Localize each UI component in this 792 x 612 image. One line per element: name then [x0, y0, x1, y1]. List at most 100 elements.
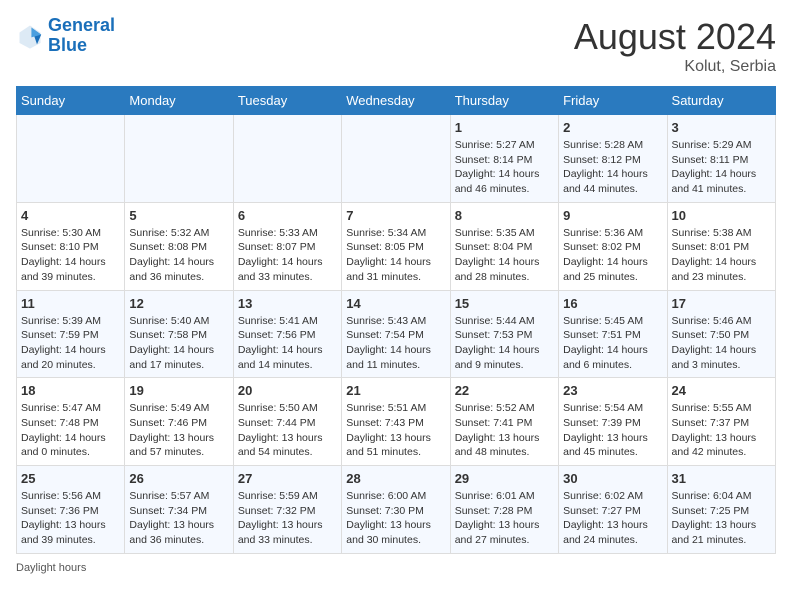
logo-text: General Blue	[48, 16, 115, 56]
day-number: 18	[21, 383, 120, 398]
table-row: 15 Sunrise: 5:44 AM Sunset: 7:53 PM Dayli…	[450, 290, 558, 378]
day-info: Sunrise: 6:04 AM Sunset: 7:25 PM Dayligh…	[672, 489, 771, 548]
day-number: 8	[455, 208, 554, 223]
logo: General Blue	[16, 16, 115, 56]
day-number: 23	[563, 383, 662, 398]
day-number: 5	[129, 208, 228, 223]
calendar-table: Sunday Monday Tuesday Wednesday Thursday…	[16, 86, 776, 554]
day-number: 10	[672, 208, 771, 223]
table-row: 11 Sunrise: 5:39 AM Sunset: 7:59 PM Dayli…	[17, 290, 125, 378]
day-info: Sunrise: 5:36 AM Sunset: 8:02 PM Dayligh…	[563, 226, 662, 285]
daylight-hours-label: Daylight hours	[16, 562, 86, 574]
header-wednesday: Wednesday	[342, 87, 450, 115]
day-info: Sunrise: 5:59 AM Sunset: 7:32 PM Dayligh…	[238, 489, 337, 548]
location-subtitle: Kolut, Serbia	[574, 58, 776, 76]
table-row: 7Sunrise: 5:34 AM Sunset: 8:05 PM Daylig…	[342, 202, 450, 290]
day-number: 2	[563, 120, 662, 135]
table-row: 1 Sunrise: 5:27 AM Sunset: 8:14 PM Daylig…	[450, 115, 558, 203]
day-info: Sunrise: 5:52 AM Sunset: 7:41 PM Dayligh…	[455, 401, 554, 460]
calendar-week-row: 4Sunrise: 5:30 AM Sunset: 8:10 PM Daylig…	[17, 202, 776, 290]
table-row	[233, 115, 341, 203]
table-row: 28Sunrise: 6:00 AM Sunset: 7:30 PM Dayli…	[342, 466, 450, 554]
day-number: 21	[346, 383, 445, 398]
day-info: Sunrise: 5:38 AM Sunset: 8:01 PM Dayligh…	[672, 226, 771, 285]
day-number: 27	[238, 471, 337, 486]
table-row: 3Sunrise: 5:29 AM Sunset: 8:11 PM Daylig…	[667, 115, 775, 203]
day-number: 7	[346, 208, 445, 223]
header-tuesday: Tuesday	[233, 87, 341, 115]
table-row: 10 Sunrise: 5:38 AM Sunset: 8:01 PM Dayli…	[667, 202, 775, 290]
header-friday: Friday	[559, 87, 667, 115]
day-info: Sunrise: 5:55 AM Sunset: 7:37 PM Dayligh…	[672, 401, 771, 460]
table-row	[342, 115, 450, 203]
header-monday: Monday	[125, 87, 233, 115]
day-number: 9	[563, 208, 662, 223]
day-info: Sunrise: 5:47 AM Sunset: 7:48 PM Dayligh…	[21, 401, 120, 460]
day-info: Sunrise: 6:02 AM Sunset: 7:27 PM Dayligh…	[563, 489, 662, 548]
header-saturday: Saturday	[667, 87, 775, 115]
table-row: 5 Sunrise: 5:32 AM Sunset: 8:08 PM Daylig…	[125, 202, 233, 290]
table-row: 27 Sunrise: 5:59 AM Sunset: 7:32 PM Dayli…	[233, 466, 341, 554]
day-info: Sunrise: 5:46 AM Sunset: 7:50 PM Dayligh…	[672, 314, 771, 373]
table-row: 4Sunrise: 5:30 AM Sunset: 8:10 PM Daylig…	[17, 202, 125, 290]
header-thursday: Thursday	[450, 87, 558, 115]
day-info: Sunrise: 5:50 AM Sunset: 7:44 PM Dayligh…	[238, 401, 337, 460]
table-row: 8 Sunrise: 5:35 AM Sunset: 8:04 PM Daylig…	[450, 202, 558, 290]
day-number: 14	[346, 296, 445, 311]
table-row: 12Sunrise: 5:40 AM Sunset: 7:58 PM Dayli…	[125, 290, 233, 378]
day-number: 30	[563, 471, 662, 486]
day-number: 31	[672, 471, 771, 486]
calendar-week-row: 1 Sunrise: 5:27 AM Sunset: 8:14 PM Daylig…	[17, 115, 776, 203]
day-info: Sunrise: 5:35 AM Sunset: 8:04 PM Dayligh…	[455, 226, 554, 285]
table-row: 26Sunrise: 5:57 AM Sunset: 7:34 PM Dayli…	[125, 466, 233, 554]
table-row	[17, 115, 125, 203]
day-info: Sunrise: 5:49 AM Sunset: 7:46 PM Dayligh…	[129, 401, 228, 460]
month-year-title: August 2024	[574, 16, 776, 58]
day-info: Sunrise: 5:30 AM Sunset: 8:10 PM Dayligh…	[21, 226, 120, 285]
day-number: 24	[672, 383, 771, 398]
day-info: Sunrise: 5:27 AM Sunset: 8:14 PM Dayligh…	[455, 138, 554, 197]
day-number: 11	[21, 296, 120, 311]
day-number: 16	[563, 296, 662, 311]
table-row: 31 Sunrise: 6:04 AM Sunset: 7:25 PM Dayli…	[667, 466, 775, 554]
day-info: Sunrise: 5:28 AM Sunset: 8:12 PM Dayligh…	[563, 138, 662, 197]
table-row: 30 Sunrise: 6:02 AM Sunset: 7:27 PM Dayli…	[559, 466, 667, 554]
table-row: 29Sunrise: 6:01 AM Sunset: 7:28 PM Dayli…	[450, 466, 558, 554]
table-row: 18 Sunrise: 5:47 AM Sunset: 7:48 PM Dayli…	[17, 378, 125, 466]
day-info: Sunrise: 5:54 AM Sunset: 7:39 PM Dayligh…	[563, 401, 662, 460]
day-info: Sunrise: 5:32 AM Sunset: 8:08 PM Dayligh…	[129, 226, 228, 285]
table-row: 23 Sunrise: 5:54 AM Sunset: 7:39 PM Dayli…	[559, 378, 667, 466]
table-row: 14 Sunrise: 5:43 AM Sunset: 7:54 PM Dayli…	[342, 290, 450, 378]
day-number: 1	[455, 120, 554, 135]
day-number: 25	[21, 471, 120, 486]
day-info: Sunrise: 5:57 AM Sunset: 7:34 PM Dayligh…	[129, 489, 228, 548]
table-row: 16Sunrise: 5:45 AM Sunset: 7:51 PM Dayli…	[559, 290, 667, 378]
title-area: August 2024 Kolut, Serbia	[574, 16, 776, 76]
day-info: Sunrise: 5:41 AM Sunset: 7:56 PM Dayligh…	[238, 314, 337, 373]
day-info: Sunrise: 5:44 AM Sunset: 7:53 PM Dayligh…	[455, 314, 554, 373]
day-info: Sunrise: 5:51 AM Sunset: 7:43 PM Dayligh…	[346, 401, 445, 460]
table-row: 13 Sunrise: 5:41 AM Sunset: 7:56 PM Dayli…	[233, 290, 341, 378]
day-info: Sunrise: 5:33 AM Sunset: 8:07 PM Dayligh…	[238, 226, 337, 285]
table-row: 2 Sunrise: 5:28 AM Sunset: 8:12 PM Daylig…	[559, 115, 667, 203]
calendar-header-row: Sunday Monday Tuesday Wednesday Thursday…	[17, 87, 776, 115]
day-number: 29	[455, 471, 554, 486]
table-row: 17Sunrise: 5:46 AM Sunset: 7:50 PM Dayli…	[667, 290, 775, 378]
table-row: 19Sunrise: 5:49 AM Sunset: 7:46 PM Dayli…	[125, 378, 233, 466]
header-sunday: Sunday	[17, 87, 125, 115]
calendar-week-row: 25 Sunrise: 5:56 AM Sunset: 7:36 PM Dayli…	[17, 466, 776, 554]
calendar-week-row: 18 Sunrise: 5:47 AM Sunset: 7:48 PM Dayli…	[17, 378, 776, 466]
table-row: 25 Sunrise: 5:56 AM Sunset: 7:36 PM Dayli…	[17, 466, 125, 554]
day-info: Sunrise: 5:43 AM Sunset: 7:54 PM Dayligh…	[346, 314, 445, 373]
day-number: 12	[129, 296, 228, 311]
day-info: Sunrise: 5:39 AM Sunset: 7:59 PM Dayligh…	[21, 314, 120, 373]
day-info: Sunrise: 5:56 AM Sunset: 7:36 PM Dayligh…	[21, 489, 120, 548]
day-info: Sunrise: 5:29 AM Sunset: 8:11 PM Dayligh…	[672, 138, 771, 197]
table-row: 24 Sunrise: 5:55 AM Sunset: 7:37 PM Dayli…	[667, 378, 775, 466]
day-number: 13	[238, 296, 337, 311]
table-row	[125, 115, 233, 203]
day-number: 20	[238, 383, 337, 398]
table-row: 21 Sunrise: 5:51 AM Sunset: 7:43 PM Dayli…	[342, 378, 450, 466]
day-number: 15	[455, 296, 554, 311]
page-header: General Blue August 2024 Kolut, Serbia	[16, 16, 776, 76]
